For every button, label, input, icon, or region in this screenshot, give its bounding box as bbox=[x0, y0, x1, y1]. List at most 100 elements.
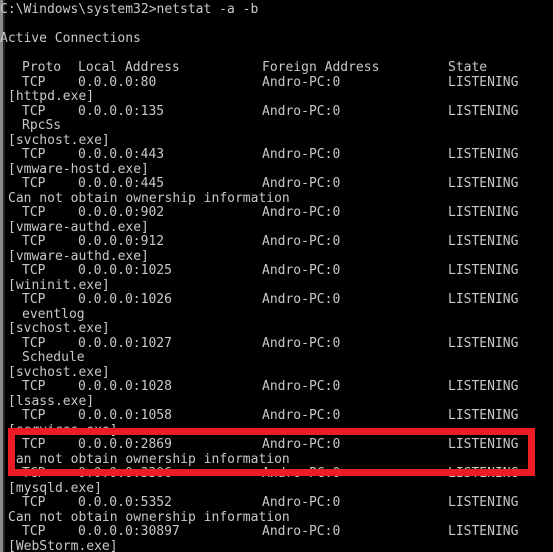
owning-process-row: [vmware-authd.exe] bbox=[0, 248, 553, 265]
cell-foreign-address: Andro-PC:0 bbox=[262, 147, 341, 162]
cell-local-address: 0.0.0.0:902 bbox=[78, 205, 165, 220]
cell-proto: TCP bbox=[22, 524, 46, 539]
cell-proto: TCP bbox=[22, 205, 46, 220]
owning-process-row: [svchost.exe] bbox=[0, 321, 553, 337]
cell-foreign-address: Andro-PC:0 bbox=[262, 524, 341, 539]
cell-process-name: [WebStorm.exe] bbox=[8, 538, 118, 552]
cell-state: LISTENING bbox=[448, 147, 519, 162]
cell-process-name: [svchost.exe] bbox=[8, 321, 110, 336]
heading-text: Active Connections bbox=[0, 31, 141, 46]
ownership-error-row: Can not obtain ownership information bbox=[0, 509, 553, 526]
cell-state: LISTENING bbox=[448, 437, 519, 452]
cell-proto: TCP bbox=[22, 437, 46, 452]
connection-row: TCP 0.0.0.0:30897 Andro-PC:0 LISTENING bbox=[0, 524, 553, 540]
cell-state: LISTENING bbox=[448, 176, 519, 191]
cell-state: LISTENING bbox=[448, 466, 519, 481]
cell-foreign-address: Andro-PC:0 bbox=[262, 466, 341, 481]
connection-row: TCP 0.0.0.0:1025 Andro-PC:0 LISTENING bbox=[0, 263, 553, 279]
cell-foreign-address: Andro-PC:0 bbox=[262, 176, 341, 191]
owning-process-row: [svchost.exe] bbox=[0, 364, 553, 381]
ownership-error-row: Can not obtain ownership information bbox=[0, 191, 553, 207]
cell-foreign-address: Andro-PC:0 bbox=[262, 234, 341, 249]
cell-process-name: [httpd.exe] bbox=[8, 89, 95, 104]
cell-local-address: 0.0.0.0:3306 bbox=[78, 466, 172, 481]
cell-process-name: [mysqld.exe] bbox=[8, 480, 102, 496]
cell-local-address: 0.0.0.0:1027 bbox=[78, 335, 172, 351]
connection-row: TCP 0.0.0.0:912 Andro-PC:0 LISTENING bbox=[0, 234, 553, 250]
cell-foreign-address: Andro-PC:0 bbox=[262, 263, 341, 278]
owning-process-row: [lsass.exe] bbox=[0, 393, 553, 410]
owning-process-row: [services.exe] bbox=[0, 422, 553, 439]
cell-state: LISTENING bbox=[448, 292, 519, 307]
cell-error-text: Can not obtain ownership information bbox=[8, 451, 290, 467]
cell-proto: TCP bbox=[22, 263, 46, 278]
cell-foreign-address: Andro-PC:0 bbox=[262, 74, 341, 90]
cell-process-name: [svchost.exe] bbox=[8, 132, 110, 148]
ownership-error-row: Can not obtain ownership information bbox=[0, 451, 553, 468]
owning-process-row: [WebStorm.exe] bbox=[0, 538, 553, 552]
cell-local-address: 0.0.0.0:445 bbox=[78, 176, 165, 191]
connection-row: TCP 0.0.0.0:135 Andro-PC:0 LISTENING bbox=[0, 103, 553, 120]
owning-process-row: [vmware-hostd.exe] bbox=[0, 161, 553, 178]
cell-process-name: [vmware-authd.exe] bbox=[8, 248, 149, 264]
cell-foreign-address: Andro-PC:0 bbox=[262, 495, 341, 510]
cell-local-address: 0.0.0.0:1058 bbox=[78, 408, 172, 423]
cell-proto: TCP bbox=[22, 408, 46, 423]
cell-foreign-address: Andro-PC:0 bbox=[262, 379, 341, 394]
connection-row: TCP 0.0.0.0:3306 Andro-PC:0 LISTENING bbox=[0, 466, 553, 482]
cell-local-address: 0.0.0.0:1028 bbox=[78, 379, 172, 394]
service-name-row: eventlog bbox=[0, 307, 553, 323]
command-prompt-window[interactable]: C:\Windows\system32>netstat -a -b Active … bbox=[0, 0, 553, 552]
connection-row: TCP 0.0.0.0:445 Andro-PC:0 LISTENING bbox=[0, 176, 553, 192]
cell-state: LISTENING bbox=[448, 408, 519, 423]
owning-process-row: [vmware-authd.exe] bbox=[0, 220, 553, 236]
prompt-line: C:\Windows\system32>netstat -a -b bbox=[0, 2, 553, 18]
cell-process-name: [lsass.exe] bbox=[8, 393, 95, 409]
cell-proto: TCP bbox=[22, 176, 46, 191]
connection-row: TCP 0.0.0.0:1026 Andro-PC:0 LISTENING bbox=[0, 292, 553, 308]
cell-state: LISTENING bbox=[448, 74, 519, 90]
cell-service-name: Schedule bbox=[22, 350, 85, 365]
cell-proto: TCP bbox=[22, 234, 46, 249]
cell-error-text: Can not obtain ownership information bbox=[8, 509, 290, 525]
cell-state: LISTENING bbox=[448, 205, 519, 220]
cell-proto: TCP bbox=[22, 335, 46, 351]
cell-foreign-address: Andro-PC:0 bbox=[262, 335, 341, 351]
cell-proto: TCP bbox=[22, 74, 46, 90]
cell-foreign-address: Andro-PC:0 bbox=[262, 205, 341, 220]
cell-process-name: [wininit.exe] bbox=[8, 277, 110, 293]
cell-foreign-address: Andro-PC:0 bbox=[262, 437, 341, 452]
cell-local-address: 0.0.0.0:912 bbox=[78, 234, 165, 249]
active-connections-heading: Active Connections bbox=[0, 31, 553, 47]
connection-row: TCP 0.0.0.0:1058 Andro-PC:0 LISTENING bbox=[0, 408, 553, 424]
cell-state: LISTENING bbox=[448, 495, 519, 510]
cell-proto: TCP bbox=[22, 466, 46, 481]
connection-row: TCP 0.0.0.0:443 Andro-PC:0 LISTENING bbox=[0, 147, 553, 163]
service-name-row: RpcSs bbox=[0, 118, 553, 134]
cell-state: LISTENING bbox=[448, 379, 519, 394]
column-header-foreign-address: Foreign Address bbox=[262, 60, 380, 75]
service-name-row: Schedule bbox=[0, 350, 553, 366]
cell-local-address: 0.0.0.0:135 bbox=[78, 103, 165, 119]
column-header-local-address: Local Address bbox=[78, 60, 180, 75]
column-header-state: State bbox=[448, 60, 488, 75]
cell-local-address: 0.0.0.0:1026 bbox=[78, 292, 172, 307]
cell-local-address: 0.0.0.0:5352 bbox=[78, 495, 172, 510]
cell-local-address: 0.0.0.0:1025 bbox=[78, 263, 172, 278]
cell-local-address: 0.0.0.0:80 bbox=[78, 74, 157, 90]
cell-process-name: [services.exe] bbox=[8, 422, 118, 438]
cell-foreign-address: Andro-PC:0 bbox=[262, 103, 341, 119]
connection-row: TCP 0.0.0.0:1027 Andro-PC:0 LISTENING bbox=[0, 335, 553, 352]
owning-process-row: [mysqld.exe] bbox=[0, 480, 553, 497]
cell-local-address: 0.0.0.0:30897 bbox=[78, 524, 180, 539]
connection-row: TCP 0.0.0.0:80 Andro-PC:0 LISTENING bbox=[0, 74, 553, 91]
cell-proto: TCP bbox=[22, 379, 46, 394]
cell-process-name: [svchost.exe] bbox=[8, 364, 110, 380]
cell-foreign-address: Andro-PC:0 bbox=[262, 408, 341, 423]
cell-foreign-address: Andro-PC:0 bbox=[262, 292, 341, 307]
cell-state: LISTENING bbox=[448, 524, 519, 539]
cell-local-address: 0.0.0.0:443 bbox=[78, 147, 165, 162]
cell-process-name: [vmware-hostd.exe] bbox=[8, 161, 149, 177]
terminal-output: C:\Windows\system32>netstat -a -b Active … bbox=[0, 0, 553, 552]
cell-proto: TCP bbox=[22, 103, 46, 119]
